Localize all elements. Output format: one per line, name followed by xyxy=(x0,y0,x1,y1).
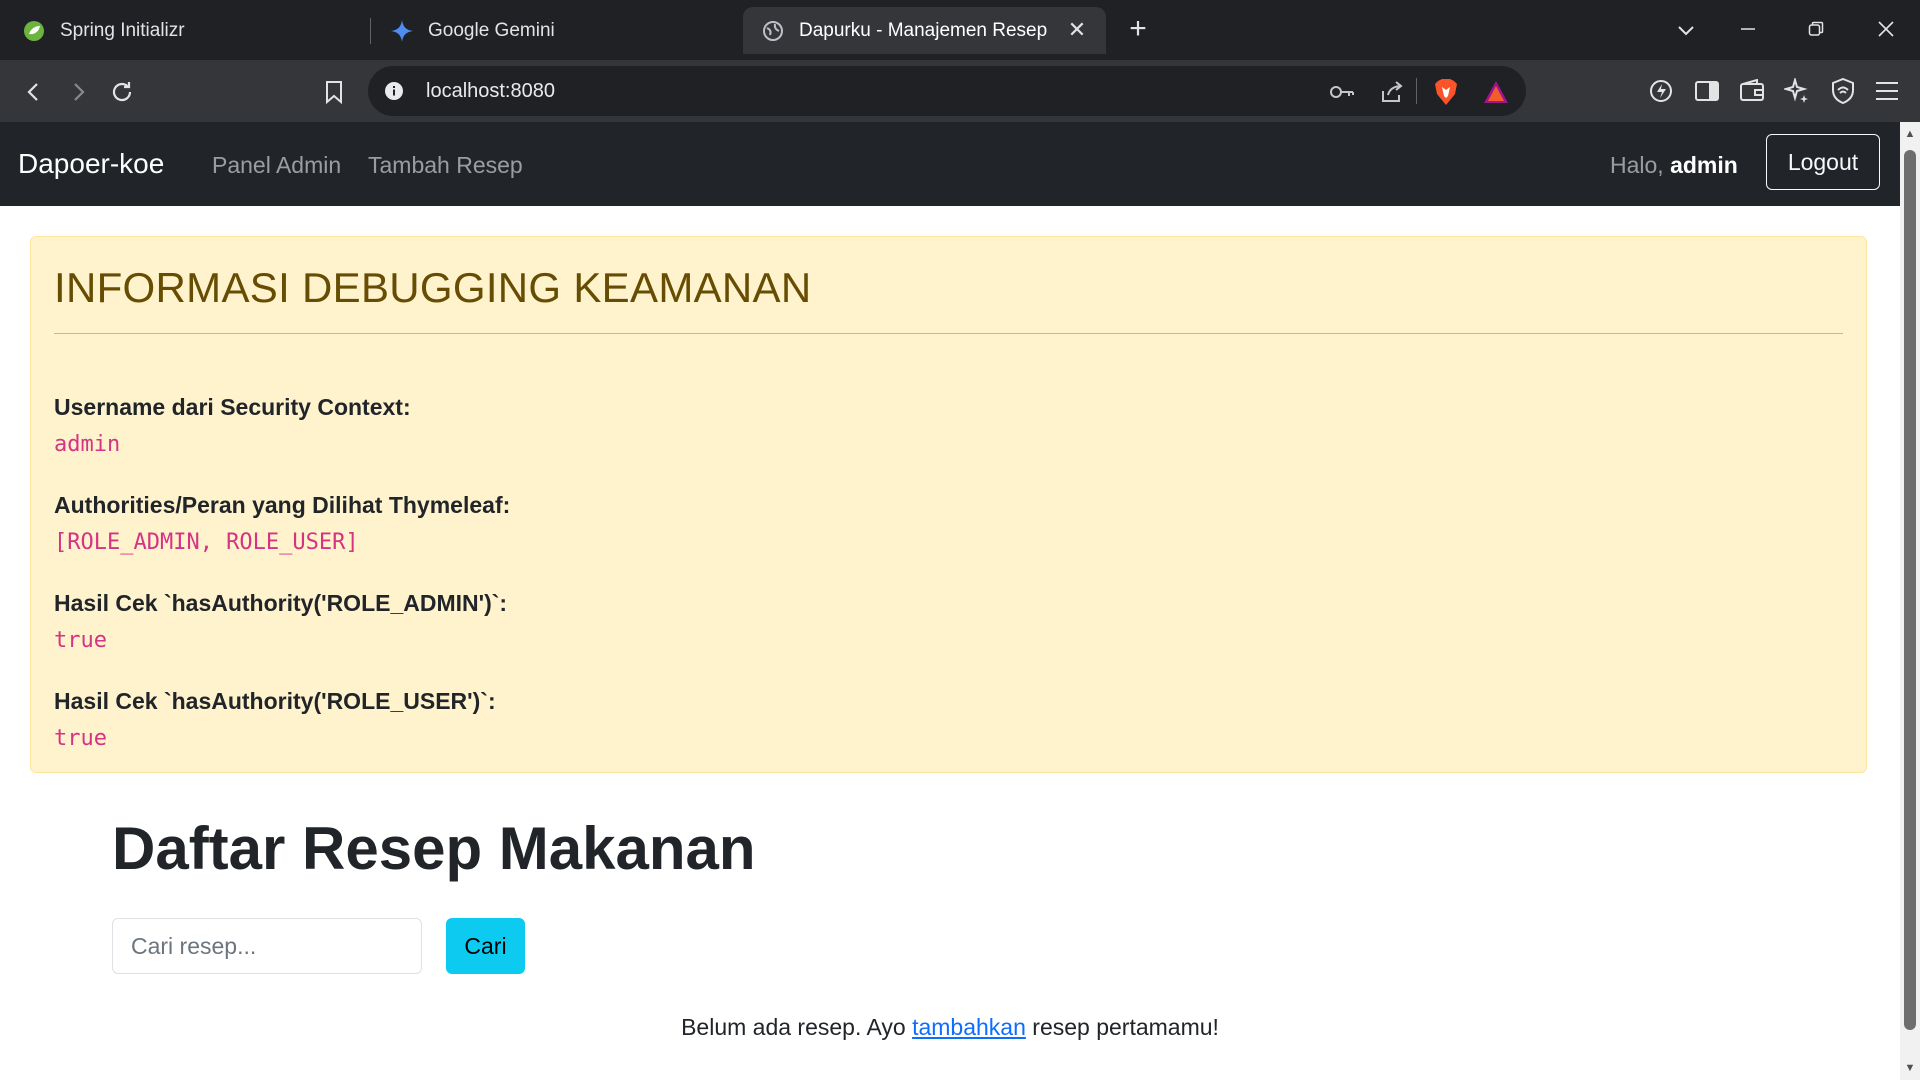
tab-search-chevron-icon[interactable] xyxy=(1666,12,1706,48)
nav-link-panel-admin[interactable]: Panel Admin xyxy=(212,152,341,179)
greeting-username: admin xyxy=(1670,152,1738,178)
browser-tab-strip: Spring Initializr Google Gemini Dapurku … xyxy=(0,0,1920,60)
address-url: localhost:8080 xyxy=(426,80,555,102)
tab-title: Google Gemini xyxy=(428,19,555,41)
brave-shields-icon[interactable] xyxy=(1432,78,1460,106)
search-button[interactable]: Cari xyxy=(446,918,525,974)
debug-label-username: Username dari Security Context: xyxy=(54,394,411,420)
reload-icon[interactable] xyxy=(104,74,140,110)
debug-label-authorities: Authorities/Peran yang Dilihat Thymeleaf… xyxy=(54,492,511,518)
debug-value-has-user: true xyxy=(54,726,107,751)
logout-button[interactable]: Logout xyxy=(1766,134,1880,190)
close-window-icon[interactable] xyxy=(1866,12,1906,48)
tab-title: Spring Initializr xyxy=(60,19,185,41)
tab-google-gemini[interactable]: Google Gemini xyxy=(390,7,730,54)
close-tab-icon[interactable]: ✕ xyxy=(1064,17,1090,43)
brand-logo-link[interactable]: Dapoer-koe xyxy=(18,148,164,180)
menu-hamburger-icon[interactable] xyxy=(1872,76,1902,106)
page-scrollbar[interactable]: ▲ ▼ xyxy=(1900,122,1920,1080)
user-greeting: Halo, admin xyxy=(1610,152,1738,179)
share-icon[interactable] xyxy=(1378,78,1406,106)
browser-toolbar: localhost:8080 xyxy=(0,60,1920,122)
globe-icon xyxy=(761,19,785,43)
page-title: Daftar Resep Makanan xyxy=(112,815,756,882)
sparkle-ai-icon[interactable] xyxy=(1782,76,1812,106)
security-debug-alert: INFORMASI DEBUGGING KEAMANAN Username da… xyxy=(30,236,1867,773)
vpn-shield-icon[interactable] xyxy=(1828,76,1858,106)
forward-arrow-icon[interactable] xyxy=(60,74,96,110)
leo-ai-icon[interactable] xyxy=(1646,76,1676,106)
empty-state-message: Belum ada resep. Ayo tambahkan resep per… xyxy=(0,1014,1900,1041)
nav-link-tambah-resep[interactable]: Tambah Resep xyxy=(368,152,523,179)
debug-divider xyxy=(54,333,1843,334)
debug-label-has-user: Hasil Cek `hasAuthority('ROLE_USER')`: xyxy=(54,688,496,714)
scroll-up-arrow-icon[interactable]: ▲ xyxy=(1904,128,1916,140)
add-recipe-link[interactable]: tambahkan xyxy=(912,1014,1026,1040)
gemini-sparkle-icon xyxy=(390,19,414,43)
minimize-icon[interactable] xyxy=(1728,12,1768,48)
tab-title: Dapurku - Manajemen Resep xyxy=(799,19,1048,41)
greeting-prefix: Halo, xyxy=(1610,152,1671,178)
tab-dapurku-active[interactable]: Dapurku - Manajemen Resep ✕ xyxy=(743,7,1106,54)
omnibox-separator xyxy=(1416,78,1417,104)
brave-rewards-triangle-icon[interactable] xyxy=(1482,78,1510,106)
new-tab-plus-icon[interactable]: + xyxy=(1122,14,1154,46)
tab-spring-initializr[interactable]: Spring Initializr xyxy=(22,7,362,54)
scroll-thumb[interactable] xyxy=(1904,150,1916,1030)
search-input[interactable] xyxy=(112,918,422,974)
wallet-icon[interactable] xyxy=(1737,76,1767,106)
app-navbar: Dapoer-koe Panel Admin Tambah Resep Halo… xyxy=(0,122,1900,206)
sidebar-toggle-icon[interactable] xyxy=(1692,76,1722,106)
password-key-icon[interactable] xyxy=(1328,78,1356,106)
tab-separator xyxy=(370,18,371,44)
scroll-down-arrow-icon[interactable]: ▼ xyxy=(1904,1062,1916,1074)
restore-icon[interactable] xyxy=(1796,12,1836,48)
debug-title: INFORMASI DEBUGGING KEAMANAN xyxy=(54,264,812,311)
spring-icon xyxy=(22,19,46,43)
empty-text-after: resep pertamamu! xyxy=(1025,1014,1219,1040)
back-arrow-icon[interactable] xyxy=(16,74,52,110)
debug-value-username: admin xyxy=(54,432,121,457)
address-bar[interactable]: localhost:8080 xyxy=(368,66,1526,116)
site-info-icon[interactable] xyxy=(382,79,406,103)
bookmark-icon[interactable] xyxy=(316,74,352,110)
debug-label-has-admin: Hasil Cek `hasAuthority('ROLE_ADMIN')`: xyxy=(54,590,508,616)
debug-value-authorities: [ROLE_ADMIN, ROLE_USER] xyxy=(54,530,359,555)
main-content: INFORMASI DEBUGGING KEAMANAN Username da… xyxy=(0,206,1900,1080)
debug-value-has-admin: true xyxy=(54,628,107,653)
empty-text-before: Belum ada resep. Ayo xyxy=(681,1014,913,1040)
